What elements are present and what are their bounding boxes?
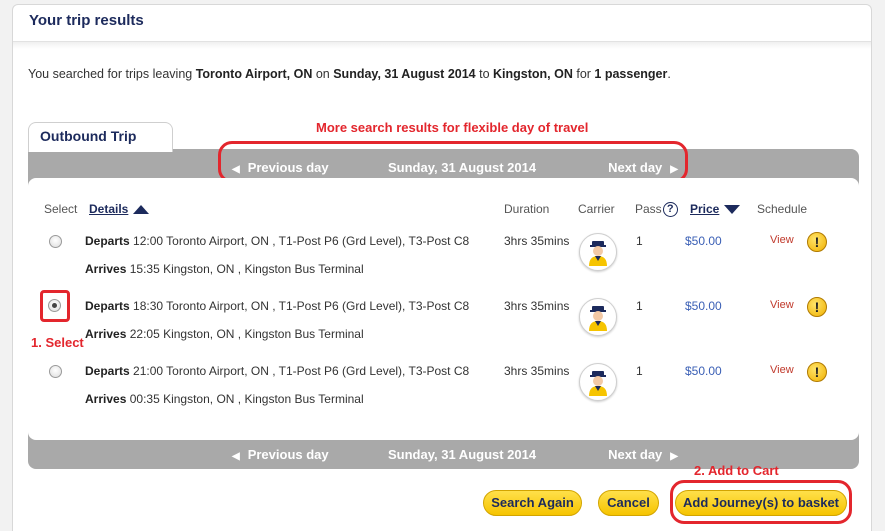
column-details-sort[interactable]: Details [89,202,150,216]
carrier-icon [579,298,617,336]
departs-label: Departs [85,299,130,313]
trip-duration: 3hrs 35mins [504,364,570,378]
warning-icon[interactable]: ! [807,232,827,252]
annotation-add-to-cart: 2. Add to Cart [694,463,779,478]
column-details-label: Details [89,202,129,216]
column-pass-label: Pass [635,202,662,216]
arrives-value: 00:35 Kingston, ON , Kingston Bus Termin… [129,392,364,406]
warning-icon[interactable]: ! [807,297,827,317]
column-price-sort[interactable]: Price [690,202,741,216]
search-summary: You searched for trips leaving Toronto A… [28,67,671,81]
departs-value: 18:30 Toronto Airport, ON , T1-Post P6 (… [133,299,470,313]
annotation-flexible-days: More search results for flexible day of … [316,120,589,135]
departs-info: Departs 21:00 Toronto Airport, ON , T1-P… [85,364,469,378]
departs-info: Departs 12:00 Toronto Airport, ON , T1-P… [85,234,469,248]
trip-select-radio[interactable] [49,365,62,378]
pass-count: 1 [636,234,643,248]
next-day-link[interactable]: Next day ▶ [608,447,678,462]
annotation-box-day-nav [218,141,688,183]
view-schedule-link[interactable]: View [770,299,794,311]
pass-count: 1 [636,299,643,313]
carrier-icon [579,233,617,271]
view-schedule-link[interactable]: View [770,364,794,376]
warning-icon[interactable]: ! [807,362,827,382]
trip-select-radio[interactable] [49,235,62,248]
help-icon[interactable]: ? [662,202,678,218]
summary-passengers: 1 passenger [594,67,668,81]
previous-day-label: Previous day [247,447,329,462]
cancel-button[interactable]: Cancel [598,490,659,516]
departs-value: 21:00 Toronto Airport, ON , T1-Post P6 (… [133,364,470,378]
chevron-left-icon: ◀ [232,451,240,462]
arrives-info: Arrives 22:05 Kingston, ON , Kingston Bu… [85,327,364,341]
current-day-label: Sunday, 31 August 2014 [388,447,537,462]
sort-descending-icon [724,205,741,215]
annotation-select: 1. Select [31,335,84,350]
arrives-info: Arrives 00:35 Kingston, ON , Kingston Bu… [85,392,364,406]
summary-destination: Kingston, ON [493,67,573,81]
column-duration: Duration [504,202,550,216]
chevron-right-icon: ▶ [670,451,678,462]
previous-day-link[interactable]: ◀ Previous day [232,447,329,462]
carrier-icon [579,363,617,401]
next-day-label: Next day [608,447,663,462]
tab-outbound-trip[interactable]: Outbound Trip [28,122,173,152]
departs-value: 12:00 Toronto Airport, ON , T1-Post P6 (… [133,234,470,248]
trip-price: $50.00 [685,364,722,378]
column-select: Select [44,202,78,216]
summary-date: Sunday, 31 August 2014 [333,67,476,81]
page-title: Your trip results [29,12,144,29]
column-price-label: Price [690,202,720,216]
trip-price: $50.00 [685,234,722,248]
pass-count: 1 [636,364,643,378]
search-again-button[interactable]: Search Again [483,490,582,516]
summary-prefix: You searched for trips leaving [28,67,196,81]
column-pass: Pass? [635,202,678,218]
annotation-box-select [40,290,70,322]
arrives-value: 22:05 Kingston, ON , Kingston Bus Termin… [129,327,364,341]
departs-info: Departs 18:30 Toronto Airport, ON , T1-P… [85,299,469,313]
summary-on: on [312,67,334,81]
summary-for: for [572,67,595,81]
column-carrier: Carrier [578,202,615,216]
arrives-label: Arrives [85,392,127,406]
arrives-info: Arrives 15:35 Kingston, ON , Kingston Bu… [85,262,364,276]
title-divider [13,41,871,49]
column-schedule: Schedule [757,202,808,216]
sort-ascending-icon [133,205,150,215]
day-navigation-bottom: ◀ Previous day Sunday, 31 August 2014 Nex… [232,447,678,465]
arrives-label: Arrives [85,327,127,341]
arrives-label: Arrives [85,262,127,276]
summary-suffix: . [667,67,671,81]
trip-price: $50.00 [685,299,722,313]
summary-origin: Toronto Airport, ON [195,67,313,81]
departs-label: Departs [85,234,130,248]
summary-to: to [475,67,494,81]
view-schedule-link[interactable]: View [770,234,794,246]
trip-duration: 3hrs 35mins [504,234,570,248]
annotation-box-cart [670,480,852,524]
departs-label: Departs [85,364,130,378]
arrives-value: 15:35 Kingston, ON , Kingston Bus Termin… [129,262,364,276]
trip-duration: 3hrs 35mins [504,299,570,313]
